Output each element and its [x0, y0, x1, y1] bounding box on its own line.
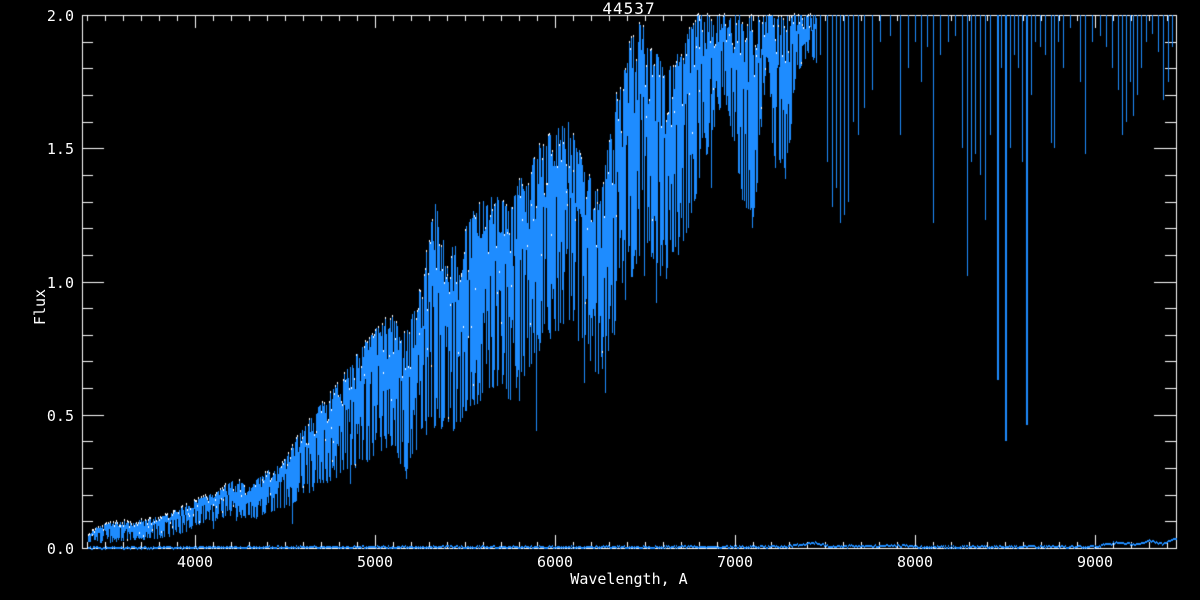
spectrum-canvas [0, 0, 1200, 600]
y-tick-label: 0.5 [46, 406, 74, 425]
x-tick-label: 9000 [1076, 553, 1114, 571]
y-tick-label: 1.5 [46, 140, 74, 159]
y-tick-label: 1.0 [46, 273, 74, 292]
y-tick-label: 0.0 [46, 540, 74, 558]
plot-title: 44537 [602, 0, 656, 18]
x-tick-label: 7000 [716, 553, 754, 571]
y-tick-label: 2.0 [46, 7, 74, 25]
x-tick-label: 4000 [176, 553, 214, 571]
x-tick-label: 6000 [536, 553, 574, 571]
x-tick-label: 5000 [356, 553, 394, 571]
y-axis-label: Flux [31, 288, 49, 326]
x-axis-label: Wavelength, A [570, 570, 688, 588]
spectrum-figure: 44537 Wavelength, A Flux 4000 5000 6000 700… [0, 0, 1200, 600]
x-tick-label: 8000 [896, 553, 934, 571]
